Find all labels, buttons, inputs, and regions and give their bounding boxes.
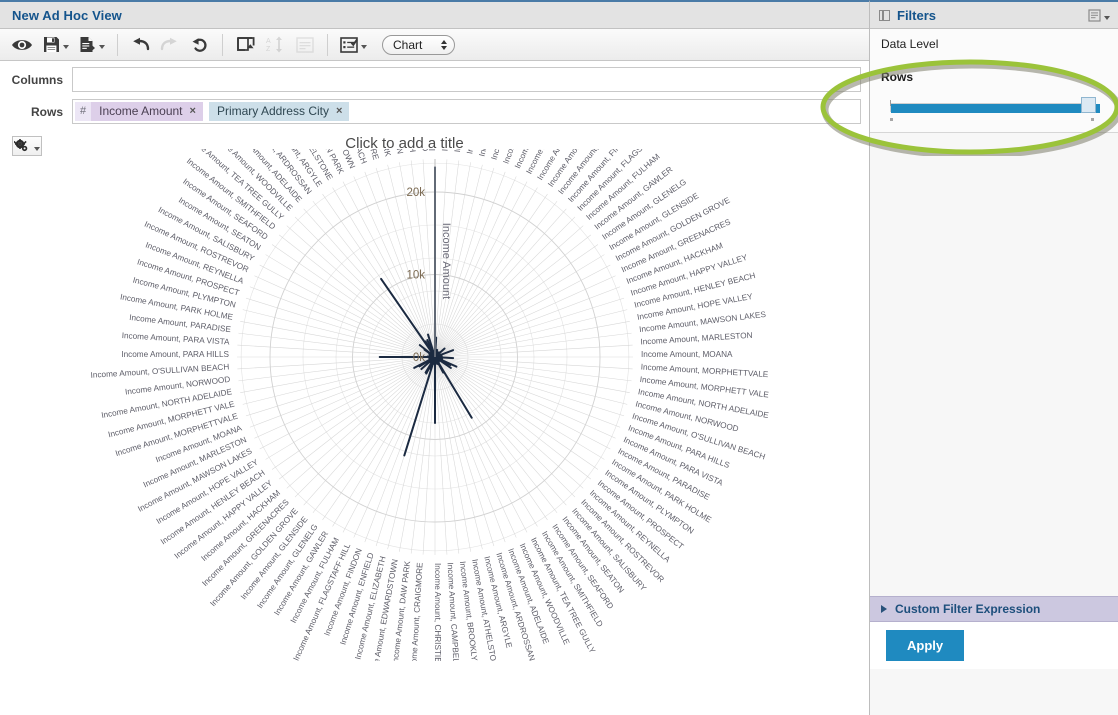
radar-chart-svg: Income Amount, ADELAIDEIncome Amount, AR… xyxy=(90,149,770,661)
slider-dot-right xyxy=(1091,118,1094,121)
radial-axis-tick-label: 20k xyxy=(406,187,425,199)
chart-pane: Click to add a title Income Amount, ADEL… xyxy=(0,131,869,701)
slider-fill xyxy=(891,104,1100,113)
gear-icon xyxy=(14,139,28,152)
chevron-down-icon xyxy=(361,45,367,49)
filters-body: Data Level Rows Custom Filter Expression… xyxy=(870,29,1118,670)
sort-icon[interactable]: A Z xyxy=(262,32,288,58)
undo-icon[interactable] xyxy=(127,32,153,58)
page-options-icon[interactable] xyxy=(292,32,318,58)
revert-icon[interactable] xyxy=(187,32,213,58)
svg-text:A: A xyxy=(266,38,271,45)
data-level-row[interactable]: Data Level xyxy=(870,29,1118,58)
export-icon[interactable] xyxy=(76,32,108,58)
radial-axis-tick-label: 0k xyxy=(413,352,425,364)
chevron-right-icon xyxy=(881,605,887,613)
field-chip-primary-address-city[interactable]: Primary Address City × xyxy=(208,102,350,121)
chevron-down-icon xyxy=(34,146,40,151)
custom-filter-expression-section: Custom Filter Expression Apply xyxy=(870,596,1118,670)
radial-axis-title: Income Amount xyxy=(440,223,452,299)
filters-panel: Filters Data Level Rows Custom Filter Ex… xyxy=(869,0,1118,715)
view-type-select[interactable]: Chart xyxy=(382,34,455,55)
radar-category-label: Income Amount, MOANA xyxy=(641,350,733,359)
columns-label: Columns xyxy=(11,72,63,87)
field-chip-label: Income Amount xyxy=(99,104,183,118)
apply-bar: Apply xyxy=(870,622,1118,669)
page-title: New Ad Hoc View xyxy=(12,7,122,23)
remove-field-icon[interactable]: × xyxy=(336,102,342,121)
toolbar-group-view xyxy=(6,29,110,60)
radar-category-label: Income Amount, CRAIGMORE xyxy=(409,562,425,661)
toolbar: A Z Chart xyxy=(0,29,869,61)
radar-category-label: Income Amount, CHRISTIES BEACH xyxy=(433,563,442,661)
spinner-icon xyxy=(441,39,447,50)
chevron-down-icon xyxy=(63,45,69,49)
toolbar-group-history xyxy=(125,29,215,60)
filters-title: Filters xyxy=(897,7,937,23)
field-shelves: Columns Rows # Income Amount × Primary A… xyxy=(0,61,869,124)
field-chip-income-amount[interactable]: # Income Amount × xyxy=(75,102,203,121)
measure-type-icon: # xyxy=(75,102,92,121)
radar-series-totals xyxy=(378,166,473,457)
panel-collapse-icon[interactable] xyxy=(879,9,890,21)
preview-icon[interactable] xyxy=(8,32,36,58)
radar-category-label: Income Amount, MARLESTON xyxy=(640,331,753,347)
field-chip-label: Primary Address City xyxy=(216,104,329,118)
toolbar-divider xyxy=(117,33,118,56)
save-icon[interactable] xyxy=(40,32,72,58)
toolbar-group-data: A Z xyxy=(230,29,320,60)
rows-shelf-row: Rows # Income Amount × Primary Address C… xyxy=(0,99,869,124)
apply-button[interactable]: Apply xyxy=(886,630,965,661)
slider-dot-left xyxy=(890,118,893,121)
toolbar-group-fields xyxy=(335,29,372,60)
rows-dropzone[interactable]: # Income Amount × Primary Address City × xyxy=(72,99,861,124)
slider-handle[interactable] xyxy=(1081,97,1096,113)
custom-filter-expression-label: Custom Filter Expression xyxy=(895,602,1041,616)
toolbar-divider xyxy=(327,33,328,56)
chevron-down-icon xyxy=(99,45,105,49)
view-titlebar: New Ad Hoc View xyxy=(0,2,869,29)
toggle-fields-icon[interactable] xyxy=(337,32,370,58)
view-type-value: Chart xyxy=(393,37,423,52)
filters-menu-icon[interactable] xyxy=(1088,8,1110,22)
radar-category-label: Income Amount, PARA VISTA xyxy=(121,331,230,347)
rows-filter-label: Rows xyxy=(881,70,914,84)
columns-dropzone[interactable] xyxy=(72,67,861,92)
rows-filter-slider[interactable] xyxy=(890,97,1100,121)
remove-field-icon[interactable]: × xyxy=(190,102,196,121)
svg-text:Z: Z xyxy=(266,46,271,53)
data-level-label: Data Level xyxy=(881,36,939,51)
rows-filter-group: Rows xyxy=(870,58,1118,133)
chevron-down-icon xyxy=(1104,15,1110,20)
radar-chart: Income Amount, ADELAIDEIncome Amount, AR… xyxy=(0,149,869,661)
radar-category-label: Income Amount, PARA HILLS xyxy=(121,350,229,359)
switch-group-icon[interactable] xyxy=(232,32,258,58)
columns-shelf-row: Columns xyxy=(0,67,869,92)
rows-label: Rows xyxy=(30,104,63,119)
ad-hoc-view-main: New Ad Hoc View A Z Chart Columns Rows #… xyxy=(0,0,869,715)
app-root: New Ad Hoc View A Z Chart Columns Rows #… xyxy=(0,0,1118,715)
toolbar-divider xyxy=(222,33,223,56)
redo-icon[interactable] xyxy=(157,32,183,58)
slider-tick-left xyxy=(890,100,891,106)
chart-settings-button[interactable] xyxy=(12,136,42,156)
radar-category-labels: Income Amount, ADELAIDEIncome Amount, AR… xyxy=(90,149,770,661)
custom-filter-expression-toggle[interactable]: Custom Filter Expression xyxy=(870,596,1118,622)
radial-axis-tick-label: 10k xyxy=(406,270,425,282)
filters-header: Filters xyxy=(870,2,1118,29)
